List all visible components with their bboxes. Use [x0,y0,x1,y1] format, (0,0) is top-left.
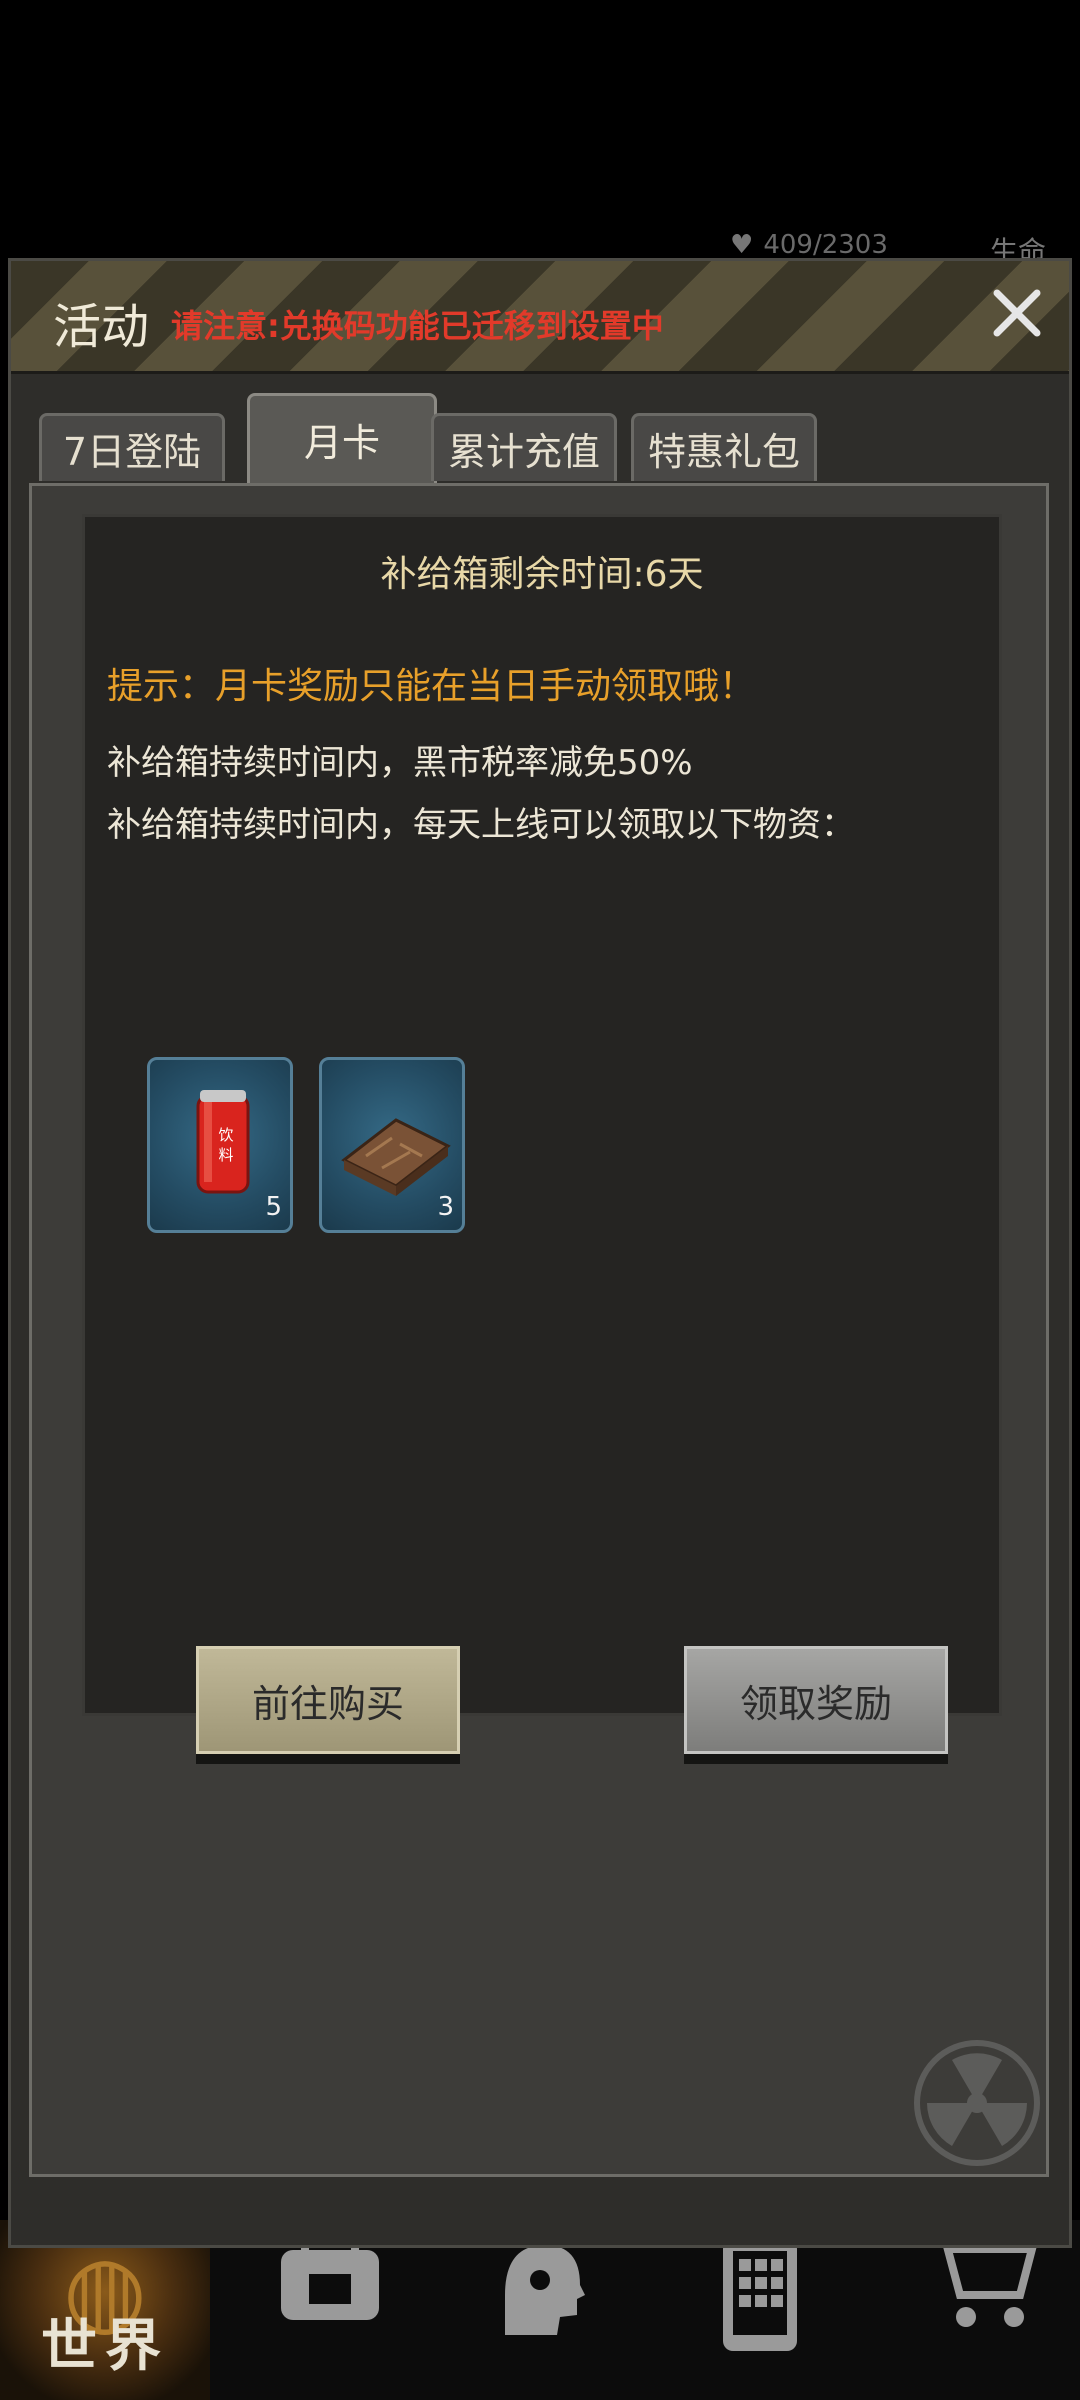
svg-text:饮: 饮 [218,1126,233,1144]
head-icon [505,2245,585,2335]
go-buy-button[interactable]: 前往购买 [196,1646,460,1754]
phone-icon [723,2239,797,2351]
item-quantity: 3 [437,1192,454,1222]
item-quantity: 5 [265,1192,282,1222]
dialog-header: 活动 请注意:兑换码功能已迁移到设置中 [11,261,1069,374]
close-icon [993,289,1041,337]
dialog-title: 活动 [53,299,150,355]
nav-world-label: 世界 [41,2314,169,2379]
resource-counter-value: 409/2303 [763,230,888,260]
svg-text:料: 料 [218,1146,233,1164]
monthly-card-panel: 补给箱剩余时间:6天 提示：月卡奖励只能在当日手动领取哦！ 补给箱持续时间内，黑… [29,483,1049,2177]
tax-reduction-text: 补给箱持续时间内，黑市税率减免50% [107,743,693,783]
close-button[interactable] [985,281,1049,345]
tip-text: 提示：月卡奖励只能在当日手动领取哦！ [107,666,756,707]
tab-cumulative-recharge[interactable]: 累计充值 [431,413,617,481]
radiation-icon [914,2040,1040,2166]
heart-icon: ♥ [730,230,754,260]
remaining-time: 补给箱剩余时间:6天 [380,554,704,595]
tab-7day-login[interactable]: 7日登陆 [39,413,225,481]
tab-monthly-card[interactable]: 月卡 [247,393,437,483]
tab-special-pack[interactable]: 特惠礼包 [631,413,817,481]
claim-reward-button[interactable]: 领取奖励 [684,1646,948,1754]
reward-item-supply-box[interactable]: 3 [319,1057,465,1233]
reward-info-box: 补给箱剩余时间:6天 提示：月卡奖励只能在当日手动领取哦！ 补给箱持续时间内，黑… [82,514,1002,1716]
activity-dialog: 活动 请注意:兑换码功能已迁移到设置中 7日登陆 月卡 累计充值 特惠礼包 补给… [8,258,1072,2248]
daily-reward-text: 补给箱持续时间内，每天上线可以领取以下物资： [107,805,855,845]
reward-item-drink[interactable]: 饮 料 5 [147,1057,293,1233]
resource-counter: ♥ 409/2303 [730,230,888,260]
redeem-code-notice: 请注意:兑换码功能已迁移到设置中 [171,307,664,345]
